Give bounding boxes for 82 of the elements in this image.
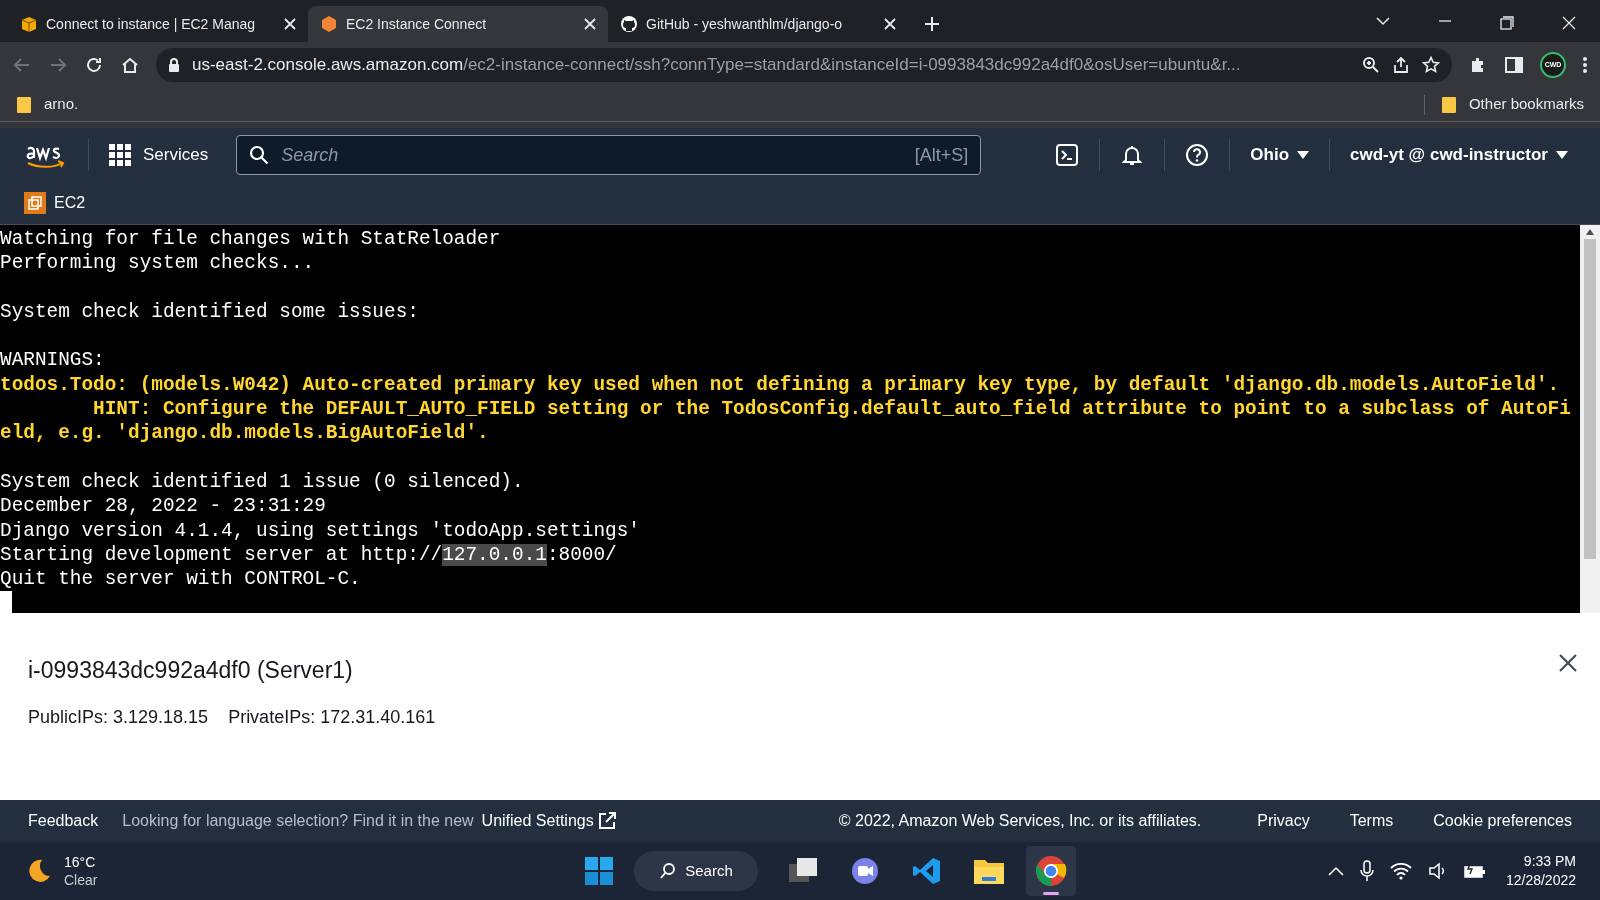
search-bar[interactable]: Search [Alt+S] [236, 135, 982, 175]
menu-icon[interactable] [1582, 55, 1588, 75]
account-menu[interactable]: cwd-yt @ cwd-instructor [1350, 142, 1568, 168]
terminal-line: System check identified 1 issue (0 silenced). [0, 469, 525, 495]
search-icon [249, 145, 270, 165]
terminal-line: HINT: Configure the DEFAULT_AUTO_FIELD setting or the TodosConfig.default_auto_field attribute to point to a subclass of AutoFi [92, 397, 1572, 422]
cloudshell-icon[interactable] [1055, 143, 1080, 167]
instance-title: i-0993843dc992a4df0 (Server1) [28, 656, 353, 685]
wifi-icon[interactable] [1389, 862, 1412, 880]
active-indicator [1043, 892, 1059, 895]
grid-icon [109, 144, 131, 166]
shortcut-hint: [Alt+S] [914, 143, 969, 167]
breadcrumb-link[interactable]: EC2 [54, 191, 86, 215]
start-icon[interactable] [584, 856, 614, 886]
plus-icon[interactable] [924, 16, 940, 32]
folder-icon[interactable] [973, 857, 1005, 885]
clock-time: 9:33 PM [1523, 852, 1576, 871]
taskbar-search[interactable]: Search [634, 851, 758, 891]
reload-icon[interactable] [84, 55, 104, 75]
browser-tab[interactable]: GitHub - yeshwanthlm/django-o [608, 6, 908, 42]
browser-tab[interactable]: EC2 Instance Connect [308, 6, 608, 42]
copyright-text: © 2022, Amazon Web Services, Inc. or its affiliates. [838, 811, 1202, 831]
settings-link[interactable]: Unified Settings [481, 809, 616, 833]
box-icon [20, 15, 38, 33]
ec2-icon [24, 192, 46, 214]
folder-icon [16, 95, 32, 114]
bookmark-link[interactable]: Other bookmarks [1440, 93, 1584, 116]
microphone-icon[interactable] [1359, 860, 1374, 882]
battery-icon[interactable] [1463, 863, 1486, 879]
share-icon[interactable] [1392, 56, 1410, 74]
github-icon [620, 15, 638, 33]
terminal-line: eld, e.g. 'django.db.models.BigAutoField'. [0, 421, 490, 446]
scroll-up-icon[interactable] [1586, 229, 1594, 235]
bookmark-link[interactable]: arno. [16, 93, 79, 116]
services-button[interactable]: Services [109, 142, 209, 168]
terminal-line: Django version 4.1.4, using settings 'todoApp.settings' [0, 518, 641, 543]
star-icon[interactable] [1422, 56, 1440, 74]
terminal-line: todos.Todo: (models.W042) Auto-created primary key used when not defining a primary key type, by default 'django.db.models.AutoField'. [0, 372, 1561, 398]
url-text: us-east-2.console.aws.amazon.com/ec2-instance-connect/ssh?connType=standard&instanceId=i-0993843dc992a4df0&osUser=ubuntu&r... [192, 54, 1242, 77]
bell-icon[interactable] [1120, 143, 1145, 167]
search-icon [659, 862, 678, 880]
terminal-line: Quit the server with CONTROL-C. [0, 567, 362, 592]
lock-icon [168, 57, 180, 73]
private-ip-text: PrivateIPs: 172.31.40.161 [228, 705, 436, 729]
cube-icon [320, 15, 338, 33]
help-icon[interactable] [1185, 143, 1210, 167]
clock-date: 12/28/2022 [1505, 871, 1576, 890]
region-menu[interactable]: Ohio [1250, 142, 1310, 168]
terminal-line: System check identified some issues: [0, 299, 420, 325]
code-editor-icon[interactable] [912, 856, 942, 886]
restore-icon[interactable] [1500, 16, 1514, 30]
home-icon[interactable] [120, 55, 140, 75]
folder-icon [1440, 95, 1457, 114]
video-chat-icon[interactable] [850, 856, 880, 886]
chevron-down-icon[interactable] [1376, 16, 1390, 26]
terminal-line: Performing system checks... [0, 251, 316, 276]
chrome-icon[interactable] [1035, 855, 1067, 887]
language-notice: Looking for language selection? Find it in the new [122, 811, 474, 831]
external-link-icon [597, 812, 616, 830]
weather-text: Clear [64, 871, 98, 889]
footer-link[interactable]: Privacy [1257, 809, 1310, 833]
zoom-icon[interactable] [1362, 56, 1380, 74]
terminal-line: December 28, 2022 - 23:31:29 [0, 494, 327, 519]
public-ip-text: PublicIPs: 3.129.18.15 [28, 705, 209, 729]
chevron-up-icon[interactable] [1327, 866, 1344, 876]
caret-icon [1297, 150, 1310, 160]
scrollbar[interactable] [1580, 225, 1600, 613]
footer-link[interactable]: Cookie preferences [1433, 809, 1572, 833]
temperature-text: 16°C [64, 853, 97, 871]
search-field[interactable]: Search [281, 141, 903, 169]
scroll-thumb[interactable] [1584, 239, 1596, 559]
terminal-line: WARNINGS: [0, 348, 106, 373]
footer-link[interactable]: Terms [1349, 809, 1394, 833]
address-bar[interactable]: us-east-2.console.aws.amazon.com/ec2-instance-connect/ssh?connType=standard&instanceId=i-0993843dc992a4df0&osUser=ubuntu&r... [156, 48, 1452, 82]
terminal-line: Watching for file changes with StatReloader [0, 227, 502, 252]
close-icon[interactable] [1558, 653, 1578, 673]
taskbar-app[interactable] [1026, 846, 1076, 896]
feedback-link[interactable]: Feedback [28, 809, 99, 833]
terminal-line: Starting development server at http://127.0.0.1:8000/ [0, 542, 618, 568]
caret-icon [1556, 150, 1568, 160]
side-panel-icon[interactable] [1504, 55, 1524, 75]
browser-tab[interactable]: Connect to instance | EC2 Manag [8, 6, 308, 42]
